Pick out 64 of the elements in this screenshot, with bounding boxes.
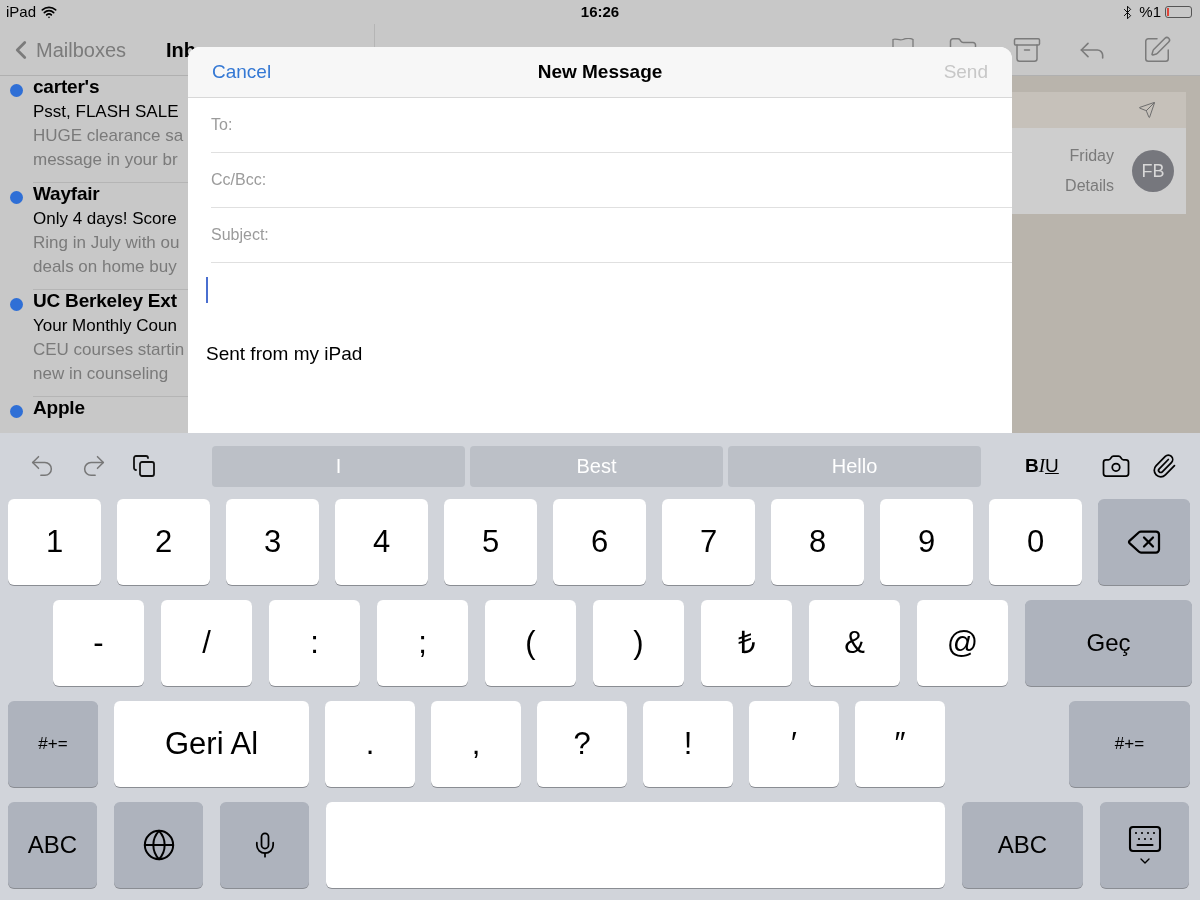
key[interactable]: 0 (989, 499, 1082, 585)
key[interactable]: : (269, 600, 360, 686)
globe-key[interactable] (114, 802, 203, 888)
message-preview: Ring in July with ou (33, 232, 180, 254)
key[interactable]: Geç (1025, 600, 1192, 686)
device-name: iPad (6, 1, 37, 22)
message-preview: message in your br (33, 149, 178, 171)
key[interactable]: , (431, 701, 521, 787)
key[interactable]: 7 (662, 499, 755, 585)
compose-icon (1142, 34, 1172, 65)
message-preview: deals on home buy (33, 256, 177, 278)
avatar: FB (1132, 150, 1174, 192)
signature-text: Sent from my iPad (206, 342, 364, 366)
message-subject: Your Monthly Coun (33, 315, 177, 337)
sender-name: Wayfair (33, 182, 100, 206)
battery-icon (1165, 6, 1192, 18)
key[interactable]: ABC (8, 802, 97, 888)
message-subject: Only 4 days! Score (33, 208, 177, 230)
key[interactable]: ? (537, 701, 627, 787)
key[interactable]: ₺ (701, 600, 792, 686)
key[interactable]: 3 (226, 499, 319, 585)
key[interactable]: ″ (855, 701, 945, 787)
key[interactable]: & (809, 600, 900, 686)
message-preview: new in counseling (33, 363, 169, 385)
key[interactable]: ! (643, 701, 733, 787)
key[interactable]: #+= (1069, 701, 1190, 787)
key[interactable]: 5 (444, 499, 537, 585)
battery-percent: %1 (1139, 1, 1161, 22)
key[interactable]: ( (485, 600, 576, 686)
format-button[interactable]: BIU (1025, 451, 1059, 481)
sender-name: UC Berkeley Ext (33, 289, 177, 313)
key[interactable]: - (53, 600, 144, 686)
hide-keyboard-key[interactable] (1100, 802, 1189, 888)
key[interactable]: 8 (771, 499, 864, 585)
key[interactable]: 1 (8, 499, 101, 585)
key[interactable]: Geri Al (114, 701, 309, 787)
sender-name: carter's (33, 75, 100, 99)
key[interactable]: 9 (880, 499, 973, 585)
key[interactable]: ; (377, 600, 468, 686)
key[interactable]: @ (917, 600, 1008, 686)
message-preview: CEU courses startin (33, 339, 185, 361)
send-icon (1138, 101, 1156, 119)
key[interactable]: 2 (117, 499, 210, 585)
clock: 16:26 (580, 1, 620, 22)
message-subject: Psst, FLASH SALE (33, 101, 179, 123)
key[interactable]: 4 (335, 499, 428, 585)
delete-key[interactable] (1098, 499, 1190, 585)
text-cursor (206, 277, 208, 303)
key[interactable]: ′ (749, 701, 839, 787)
sender-name: Apple (33, 396, 85, 420)
cancel-button[interactable]: Cancel (212, 57, 272, 87)
key[interactable]: 6 (553, 499, 646, 585)
sheet-title: New Message (537, 59, 663, 84)
key[interactable]: ABC (962, 802, 1083, 888)
message-date: Friday (1069, 146, 1114, 166)
key[interactable]: ) (593, 600, 684, 686)
key[interactable]: / (161, 600, 252, 686)
key[interactable]: . (325, 701, 415, 787)
key[interactable]: #+= (8, 701, 98, 787)
paperclip-icon (1150, 453, 1177, 479)
wifi-icon (41, 4, 58, 20)
paste-icon (132, 454, 156, 478)
message-preview: HUGE clearance sa (33, 125, 184, 147)
globe-icon (141, 828, 176, 862)
